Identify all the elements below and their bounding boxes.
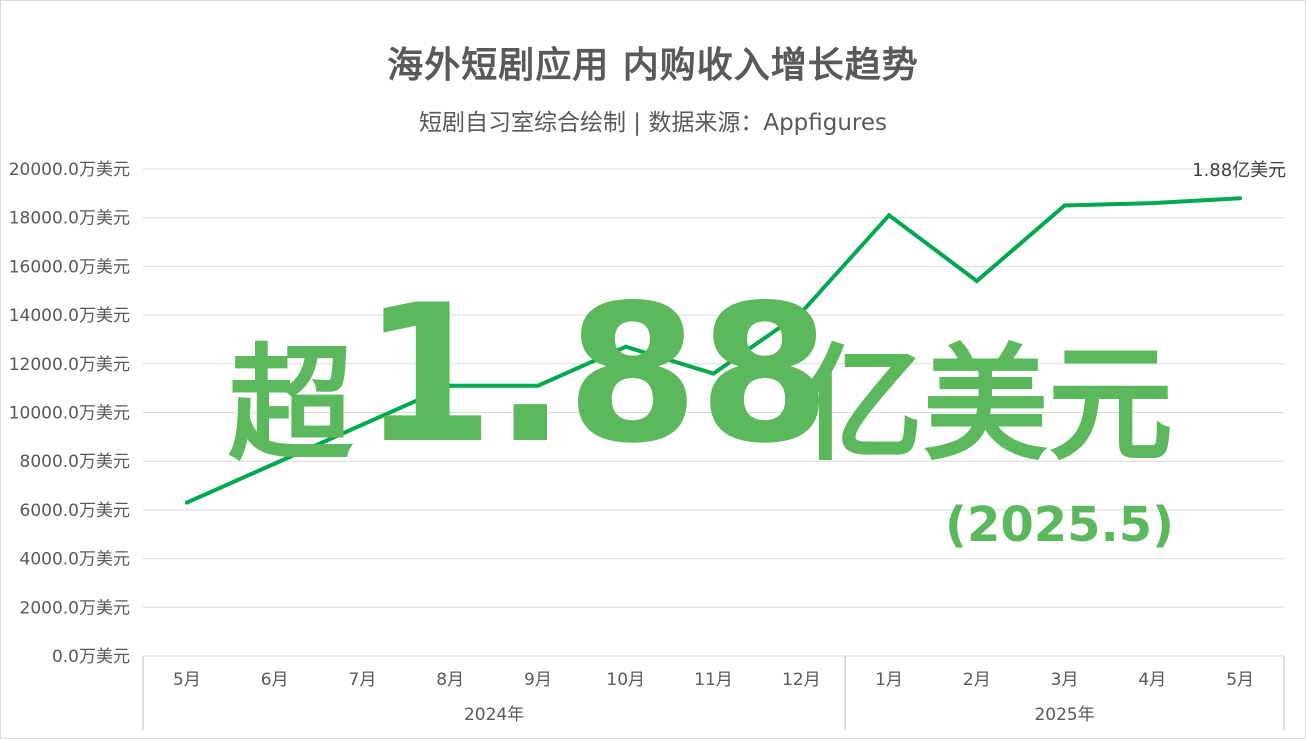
- y-tick-label: 8000.0万美元: [20, 452, 130, 472]
- end-data-label: 1.88亿美元: [1192, 160, 1286, 181]
- overlay-number: 1.88: [362, 264, 831, 485]
- x-tick-label: 9月: [524, 670, 552, 690]
- x-tick-label: 4月: [1138, 670, 1166, 690]
- x-tick-label: 7月: [349, 670, 377, 690]
- data-point: [1062, 203, 1067, 208]
- x-tick-label: 8月: [436, 670, 464, 690]
- data-point: [887, 213, 892, 218]
- overlay-date: (2025.5): [945, 497, 1174, 553]
- data-point: [1150, 201, 1155, 206]
- x-tick-label: 11月: [694, 670, 733, 690]
- data-point: [1238, 196, 1243, 201]
- x-tick-label: 6月: [261, 670, 289, 690]
- x-tick-label: 5月: [1226, 670, 1254, 690]
- y-tick-label: 20000.0万美元: [9, 160, 130, 180]
- y-tick-label: 16000.0万美元: [9, 257, 130, 277]
- x-tick-label: 2月: [963, 670, 991, 690]
- x-tick-label: 3月: [1051, 670, 1079, 690]
- x-tick-label: 10月: [606, 670, 645, 690]
- x-group-label: 2024年: [464, 705, 524, 725]
- x-group-label: 2025年: [1034, 705, 1094, 725]
- line-chart: 0.0万美元 2000.0万美元 4000.0万美元 6000.0万美元 8000.0万…: [9, 160, 1286, 730]
- y-axis: 0.0万美元 2000.0万美元 4000.0万美元 6000.0万美元 8000.0万…: [9, 160, 130, 667]
- y-tick-label: 0.0万美元: [52, 647, 130, 667]
- overlay-unit: 亿美元: [798, 333, 1173, 478]
- y-tick-label: 4000.0万美元: [20, 550, 130, 570]
- x-tick-label: 12月: [782, 670, 821, 690]
- y-tick-label: 12000.0万美元: [9, 355, 130, 375]
- x-tick-label: 1月: [875, 670, 903, 690]
- data-point: [974, 279, 979, 284]
- overlay-prefix: 超: [228, 333, 354, 478]
- y-tick-label: 2000.0万美元: [20, 598, 130, 618]
- y-tick-label: 10000.0万美元: [9, 404, 130, 424]
- data-point: [184, 500, 189, 505]
- y-tick-label: 14000.0万美元: [9, 306, 130, 326]
- y-tick-label: 18000.0万美元: [9, 209, 130, 229]
- x-axis: 5月 6月 7月 8月 9月 10月 11月 12月 1月 2月 3月 4月 5月 2024年 2025年: [142, 656, 1285, 730]
- x-tick-label: 5月: [173, 670, 201, 690]
- y-tick-label: 6000.0万美元: [20, 501, 130, 521]
